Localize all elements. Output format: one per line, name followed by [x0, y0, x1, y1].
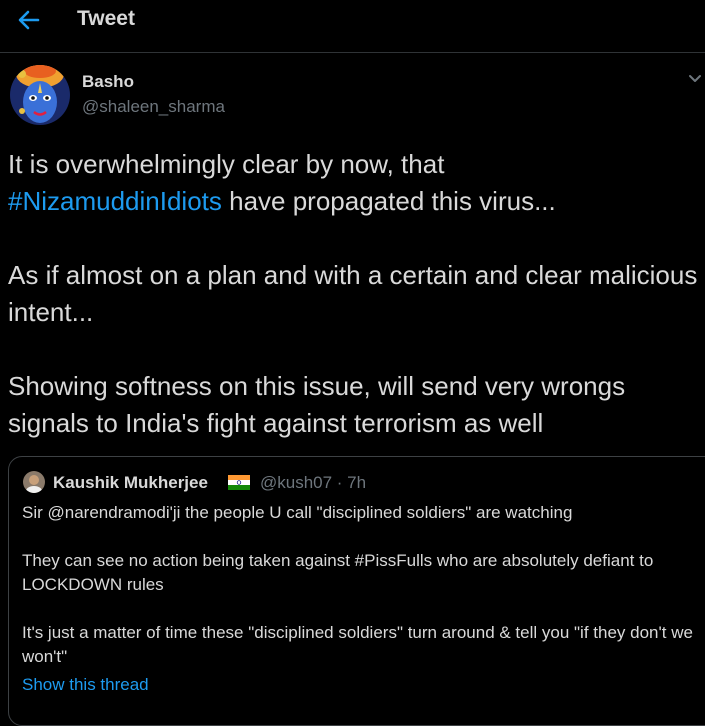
author-name[interactable]: Basho: [82, 72, 134, 92]
quoted-tweet[interactable]: Kaushik Mukherjee @kush07 · 7h Sir @nare…: [8, 456, 705, 726]
india-flag-icon: [228, 475, 250, 490]
tweet-paragraph-1: It is overwhelmingly clear by now, that #…: [8, 146, 698, 220]
quoted-avatar: [23, 471, 45, 493]
quoted-paragraph-3: It's just a matter of time these "discip…: [22, 623, 693, 666]
tweet-line-2: have propagated this virus...: [221, 186, 556, 216]
author-handle[interactable]: @shaleen_sharma: [82, 97, 225, 117]
header-bar: Tweet: [0, 0, 705, 53]
arrow-left-icon[interactable]: [14, 6, 44, 34]
avatar[interactable]: [10, 65, 70, 125]
tweet-paragraph-2: As if almost on a plan and with a certai…: [8, 260, 698, 327]
show-thread-link[interactable]: Show this thread: [22, 675, 149, 695]
quoted-paragraph-2: They can see no action being taken again…: [22, 551, 654, 594]
page-title: Tweet: [77, 7, 135, 30]
tweet-line-1: It is overwhelmingly clear by now, that: [8, 149, 445, 179]
quoted-author-name: Kaushik Mukherjee: [53, 473, 208, 492]
tweet-text: It is overwhelmingly clear by now, that #…: [8, 146, 698, 442]
tweet-paragraph-3: Showing softness on this issue, will sen…: [8, 371, 626, 438]
quoted-paragraph-1: Sir @narendramodi'ji the people U call "…: [22, 503, 573, 522]
quoted-text: Sir @narendramodi'ji the people U call "…: [22, 501, 705, 669]
chevron-down-icon[interactable]: [685, 68, 705, 88]
quoted-handle-time: @kush07 · 7h: [260, 473, 367, 492]
hashtag-link[interactable]: #NizamuddinIdiots: [8, 186, 222, 216]
